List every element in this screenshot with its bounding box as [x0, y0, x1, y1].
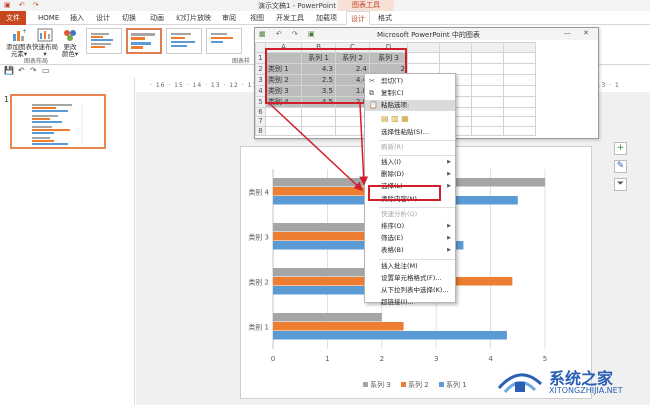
arrow-to-clear-contents	[269, 103, 364, 192]
watermark-url: XITONGZHIJIA.NET	[549, 386, 623, 395]
annotation-arrows	[269, 103, 369, 192]
arrow-down	[359, 103, 369, 186]
watermark-logo-icon	[497, 373, 543, 393]
